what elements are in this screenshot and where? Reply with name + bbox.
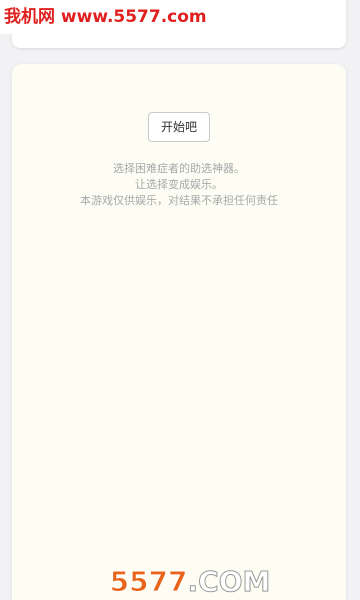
- site-watermark-bottom: 5577 .COM: [100, 562, 280, 600]
- description-text: 选择困难症者的助选神器。 让选择变成娱乐。 本游戏仅供娱乐，对结果不承担任何责任: [12, 161, 346, 209]
- site-watermark-top: 我机网 www.5577.com: [0, 0, 215, 34]
- disclaimer-line: 本游戏仅供娱乐，对结果不承担任何责任: [80, 194, 278, 207]
- watermark-number: 5577: [109, 564, 188, 598]
- main-card: [12, 64, 346, 600]
- app-screen: 我机网 www.5577.com 开始吧 选择困难症者的助选神器。 让选择变成娱…: [0, 0, 360, 600]
- description-line-2: 让选择变成娱乐。: [135, 178, 223, 191]
- description-line-1: 选择困难症者的助选神器。: [113, 162, 245, 175]
- start-button[interactable]: 开始吧: [148, 112, 210, 142]
- watermark-domain: .COM: [187, 564, 271, 598]
